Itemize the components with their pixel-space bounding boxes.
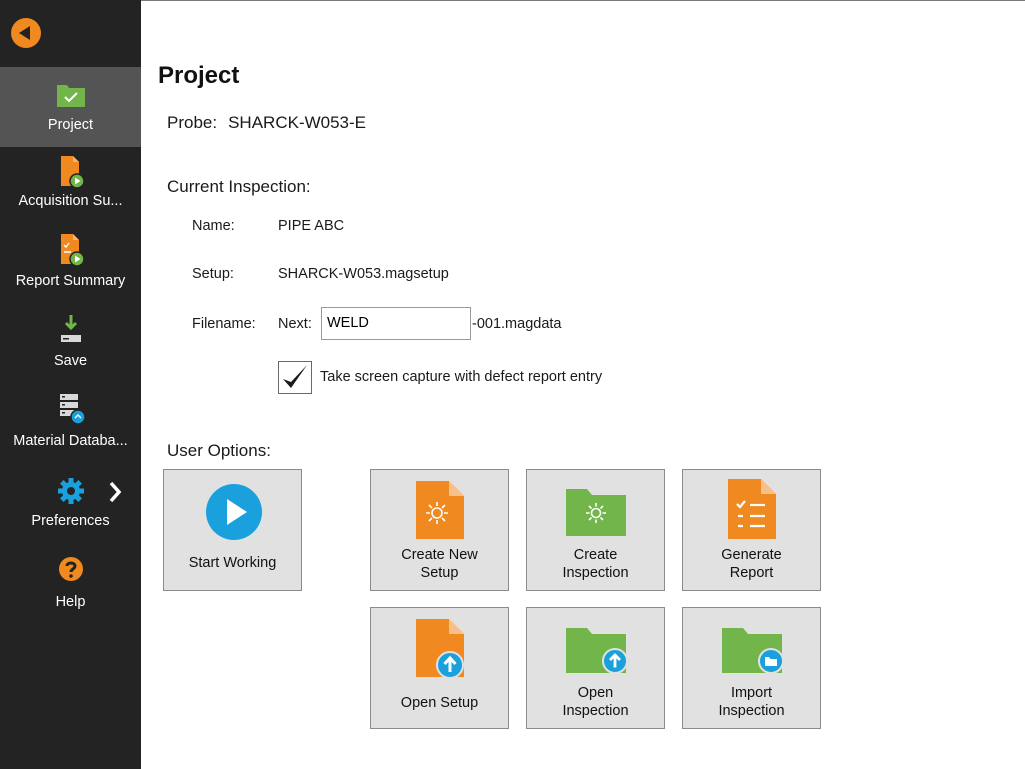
probe-label: Probe: — [167, 113, 218, 132]
report-play-icon — [60, 234, 84, 267]
generate-report-button[interactable]: Generate Report — [682, 469, 821, 591]
sidebar-item-label: Save — [53, 353, 88, 369]
open-inspection-button[interactable]: Open Inspection — [526, 607, 665, 729]
sidebar-item-report-summary[interactable]: Report Summary — [0, 227, 141, 307]
create-inspection-label-line1: Create — [573, 547, 618, 563]
generate-report-label-line1: Generate — [721, 547, 782, 563]
new-inspection-folder-icon — [566, 489, 626, 536]
name-value: PIPE ABC — [278, 218, 345, 234]
filename-suffix: -001.magdata — [472, 316, 562, 332]
sidebar-item-preferences[interactable]: Preferences — [0, 467, 141, 547]
screen-capture-checkbox[interactable] — [278, 361, 312, 394]
sidebar-item-label: Material Databa... — [13, 433, 128, 449]
create-inspection-label-line2: Inspection — [562, 565, 629, 581]
sidebar-item-acquisition-summary[interactable]: Acquisition Su... — [0, 147, 141, 227]
filename-label: Filename: — [192, 316, 256, 332]
import-inspection-label-line2: Inspection — [718, 703, 785, 719]
open-setup-button[interactable]: Open Setup — [370, 607, 509, 729]
filename-input[interactable] — [321, 307, 471, 340]
sidebar-item-label: Help — [55, 594, 86, 610]
import-inspection-label-line1: Import — [730, 685, 773, 701]
create-new-setup-label-line2: Setup — [420, 565, 459, 581]
save-download-icon — [60, 315, 81, 342]
setup-label: Setup: — [192, 266, 234, 282]
name-label: Name: — [192, 218, 235, 234]
checkmark-icon — [283, 365, 307, 388]
gear-icon — [57, 478, 84, 504]
sidebar-item-label: Acquisition Su... — [18, 193, 123, 209]
page-title: Project — [158, 62, 240, 89]
open-inspection-folder-icon — [566, 628, 628, 674]
import-inspection-folder-icon — [722, 628, 784, 674]
help-question-icon — [58, 557, 83, 581]
user-options-heading: User Options: — [167, 441, 271, 460]
create-new-setup-label-line1: Create New — [401, 547, 478, 563]
folder-check-icon — [56, 85, 85, 107]
new-setup-file-icon — [416, 481, 464, 539]
open-setup-label: Open Setup — [400, 695, 479, 711]
sidebar-item-label: Project — [47, 117, 94, 133]
play-icon — [206, 484, 262, 540]
sidebar-item-material-database[interactable]: Material Databa... — [0, 387, 141, 467]
sidebar-item-project[interactable]: Project — [0, 67, 141, 147]
open-setup-file-icon — [416, 619, 464, 679]
filename-next-label: Next: — [278, 316, 312, 332]
import-inspection-button[interactable]: Import Inspection — [682, 607, 821, 729]
top-divider — [141, 0, 1025, 1]
back-arrow-icon[interactable] — [11, 18, 41, 48]
current-inspection-heading: Current Inspection: — [167, 177, 311, 196]
chevron-right-icon[interactable] — [108, 481, 122, 503]
generate-report-label-line2: Report — [729, 565, 774, 581]
probe-value: SHARCK-W053-E — [228, 113, 367, 132]
sidebar-item-help[interactable]: Help — [0, 547, 141, 627]
screen-capture-label: Take screen capture with defect report e… — [320, 369, 603, 385]
database-icon — [59, 394, 86, 425]
report-icon — [728, 479, 776, 539]
open-inspection-label-line1: Open — [577, 685, 614, 701]
sidebar: Project Acquisition Su... Report Summary… — [0, 0, 141, 769]
start-working-label: Start Working — [188, 555, 277, 571]
setup-value: SHARCK-W053.magsetup — [278, 266, 449, 282]
sidebar-item-label: Report Summary — [15, 273, 126, 289]
file-play-icon — [60, 156, 84, 189]
create-new-setup-button[interactable]: Create New Setup — [370, 469, 509, 591]
sidebar-item-save[interactable]: Save — [0, 307, 141, 387]
create-inspection-button[interactable]: Create Inspection — [526, 469, 665, 591]
probe-line: Probe: SHARCK-W053-E — [167, 113, 366, 133]
sidebar-item-label: Preferences — [31, 513, 110, 529]
open-inspection-label-line2: Inspection — [562, 703, 629, 719]
start-working-button[interactable]: Start Working — [163, 469, 302, 591]
